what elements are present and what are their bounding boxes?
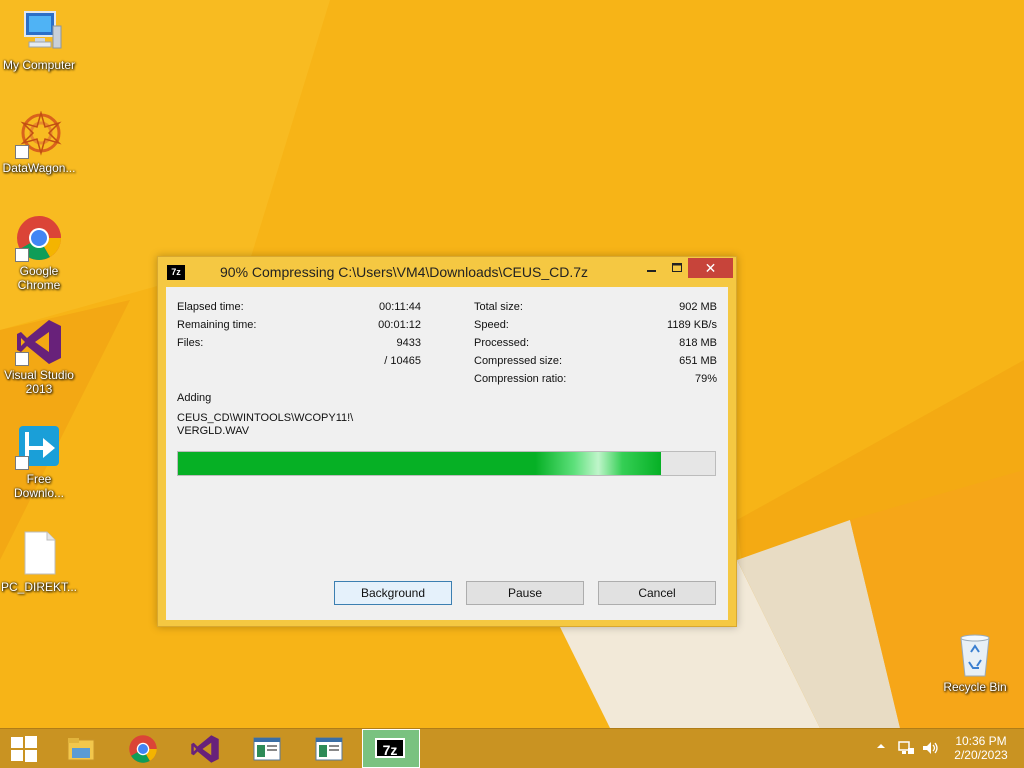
stat-label-compression-ratio: Compression ratio: — [474, 373, 567, 385]
shortcut-arrow-icon — [15, 352, 29, 366]
action-label: Adding — [177, 392, 212, 404]
application-window-icon — [315, 737, 343, 761]
show-hidden-icons-chevron-icon[interactable] — [876, 741, 886, 751]
desktop-icon-label: PC_DIREKT... — [0, 580, 78, 594]
taskbar-7zip[interactable]: 7z — [362, 729, 420, 768]
chrome-icon — [15, 214, 63, 262]
desktop: My Computer DataWagon... Google Chrome V… — [0, 0, 1024, 728]
minimize-icon — [647, 270, 656, 272]
close-button[interactable]: ✕ — [688, 258, 733, 278]
recycle-bin-icon — [951, 630, 999, 678]
stat-value-remaining: 00:01:12 — [378, 319, 421, 331]
desktop-icon-label: DataWagon... — [2, 161, 76, 175]
desktop-icon-label: Visual Studio 2013 — [4, 368, 74, 396]
stat-value-processed: 818 MB — [679, 337, 717, 349]
dialog-client-area: Elapsed time: 00:11:44 Remaining time: 0… — [166, 287, 728, 620]
stat-value-files-total: / 10465 — [384, 355, 421, 367]
desktop-icon-label: Recycle Bin — [943, 680, 1007, 694]
minimize-button[interactable] — [638, 259, 664, 277]
system-clock[interactable]: 10:36 PM 2/20/2023 — [946, 734, 1016, 762]
taskbar-window-1[interactable] — [238, 729, 296, 768]
shortcut-arrow-icon — [15, 248, 29, 262]
stat-value-elapsed: 00:11:44 — [378, 301, 421, 313]
7zip-icon: 7z — [375, 738, 405, 758]
desktop-icon-google-chrome[interactable]: Google Chrome — [0, 214, 78, 292]
datawagon-icon — [15, 110, 63, 159]
stat-value-speed: 1189 KB/s — [667, 319, 717, 331]
progress-bar — [177, 451, 716, 476]
clock-date: 2/20/2023 — [954, 748, 1008, 762]
stat-label-elapsed: Elapsed time: — [177, 301, 244, 313]
dialog-title: 90% Compressing C:\Users\VM4\Downloads\C… — [220, 264, 589, 280]
current-file-name: VERGLD.WAV — [177, 425, 250, 437]
taskbar: 7z 10:36 PM 2/20/2023 — [0, 728, 1024, 768]
stat-value-compressed-size: 651 MB — [679, 355, 717, 367]
stat-label-total-size: Total size: — [474, 301, 523, 313]
stat-label-files: Files: — [177, 337, 204, 349]
desktop-icon-visual-studio[interactable]: Visual Studio 2013 — [0, 318, 78, 396]
stat-value-total-size: 902 MB — [679, 301, 717, 313]
dialog-titlebar[interactable]: 7z 90% Compressing C:\Users\VM4\Download… — [158, 257, 736, 287]
speaker-volume-icon[interactable] — [921, 739, 939, 757]
taskbar-window-2[interactable] — [300, 729, 358, 768]
desktop-icon-datawagon[interactable]: DataWagon... — [0, 110, 78, 175]
taskbar-file-explorer[interactable] — [52, 729, 110, 768]
stat-value-files: 9433 — [396, 337, 421, 349]
visual-studio-icon — [15, 318, 63, 366]
current-file-path: CEUS_CD\WINTOOLS\WCOPY11!\ — [177, 412, 354, 424]
background-button[interactable]: Background — [334, 581, 452, 605]
taskbar-visual-studio[interactable] — [176, 729, 234, 768]
pause-button[interactable]: Pause — [466, 581, 584, 605]
stat-label-compressed-size: Compressed size: — [474, 355, 563, 367]
cancel-button[interactable]: Cancel — [598, 581, 716, 605]
7zip-app-icon[interactable]: 7z — [167, 265, 185, 280]
desktop-icon-label: Free Downlo... — [13, 472, 65, 500]
desktop-icon-recycle-bin[interactable]: Recycle Bin — [936, 630, 1014, 694]
stat-label-speed: Speed: — [474, 319, 509, 331]
desktop-icon-my-computer[interactable]: My Computer — [0, 8, 78, 72]
stat-label-processed: Processed: — [474, 337, 530, 349]
clock-time: 10:36 PM — [955, 734, 1007, 748]
stat-value-compression-ratio: 79% — [694, 373, 717, 385]
visual-studio-icon — [191, 735, 219, 763]
desktop-icon-label: Google Chrome — [17, 264, 61, 292]
taskbar-chrome[interactable] — [114, 729, 172, 768]
windows-logo-icon — [11, 736, 37, 762]
progress-bar-fill — [178, 452, 662, 475]
chrome-icon — [129, 735, 157, 763]
desktop-icon-label: My Computer — [2, 58, 76, 72]
folder-icon — [67, 738, 95, 761]
compress-progress-dialog: 7z 90% Compressing C:\Users\VM4\Download… — [157, 256, 737, 627]
computer-icon — [15, 8, 63, 56]
desktop-icon-pc-direkt[interactable]: PC_DIREKT... — [0, 530, 78, 594]
desktop-icon-free-download[interactable]: Free Downlo... — [0, 422, 78, 500]
maximize-icon — [672, 263, 682, 272]
shortcut-arrow-icon — [15, 456, 29, 470]
close-icon: ✕ — [704, 260, 717, 276]
free-download-icon — [15, 422, 63, 470]
application-window-icon — [253, 737, 281, 761]
stat-label-remaining: Remaining time: — [177, 319, 257, 331]
network-icon[interactable] — [897, 739, 915, 757]
file-icon — [15, 530, 63, 578]
shortcut-arrow-icon — [15, 145, 29, 159]
start-button[interactable] — [0, 729, 48, 768]
maximize-button[interactable] — [664, 259, 690, 277]
